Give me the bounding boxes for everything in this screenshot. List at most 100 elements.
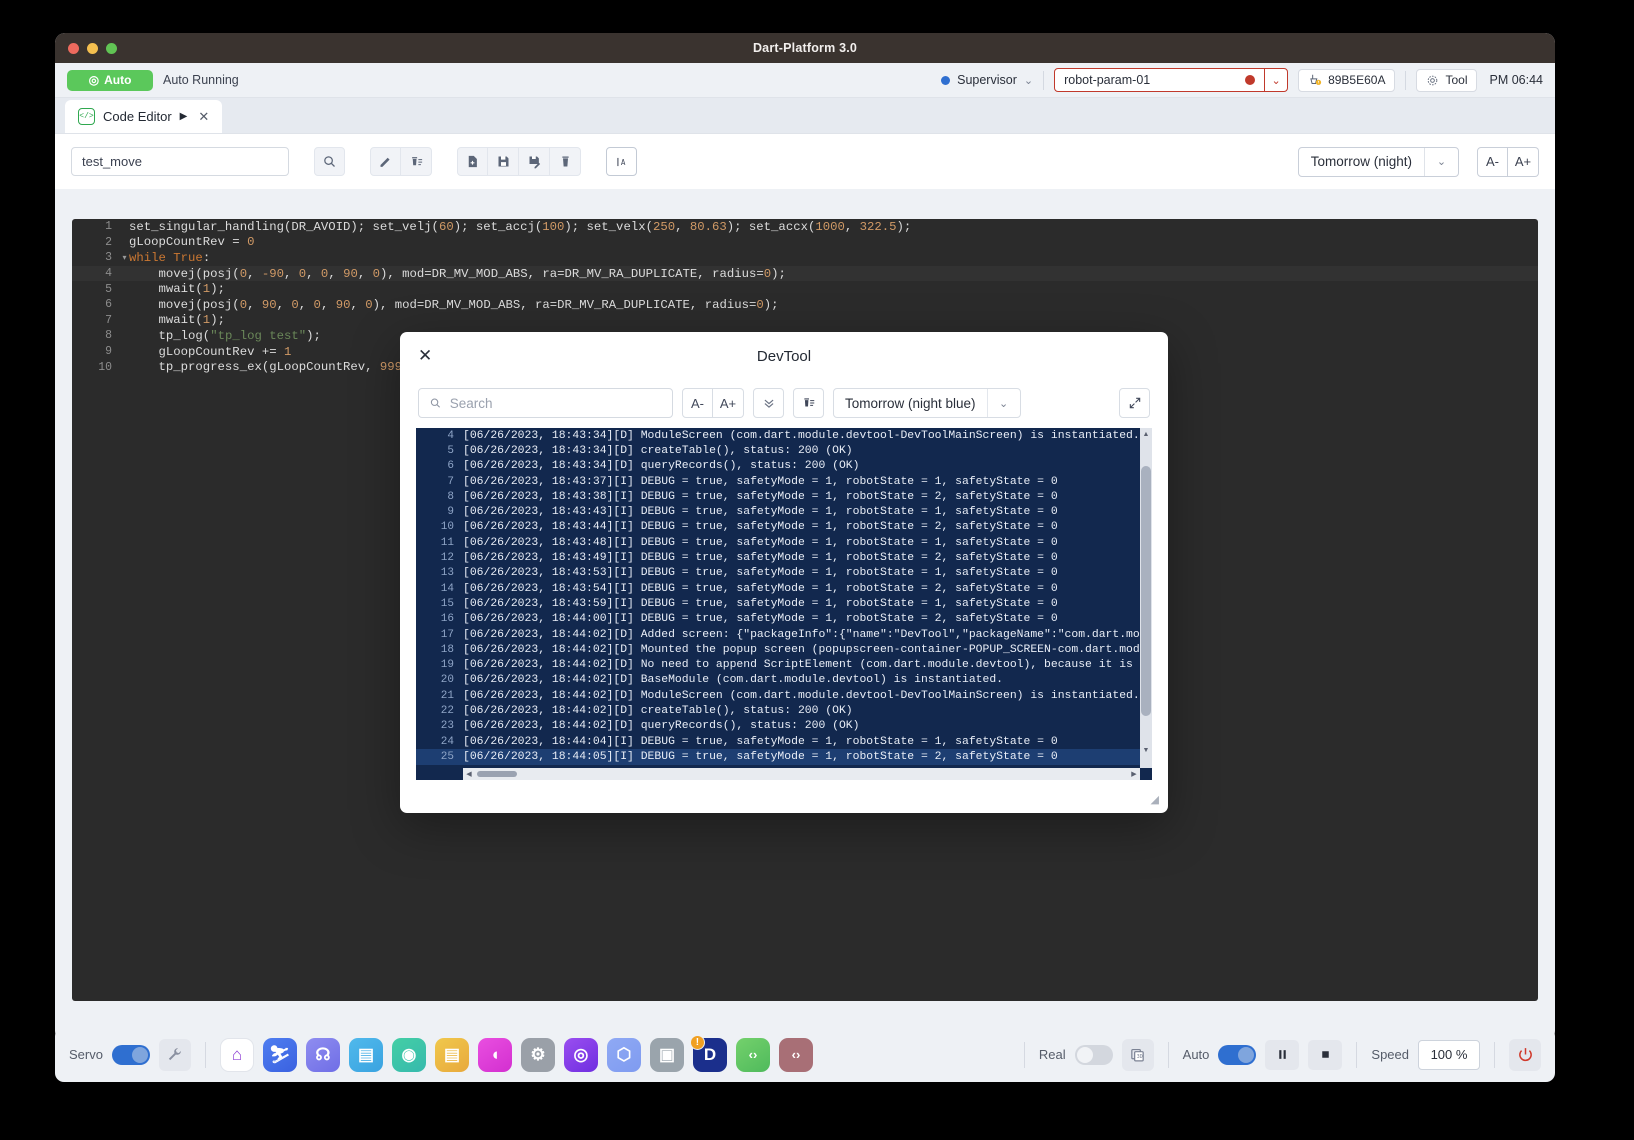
log-row[interactable]: 15 [06/26/2023, 18:43:59][I] DEBUG = true… xyxy=(416,596,1152,611)
devtool-app-icon[interactable]: ‹› xyxy=(778,1037,813,1072)
devtool-horizontal-scrollbar[interactable]: ◀ ▶ xyxy=(463,768,1140,780)
servo-toggle[interactable] xyxy=(111,1044,150,1065)
editor-theme-selector[interactable]: Tomorrow (night) ⌄ xyxy=(1297,146,1459,177)
monitoring-app-icon[interactable]: ◉ xyxy=(391,1037,426,1072)
power-button[interactable] xyxy=(1509,1038,1541,1071)
code-fold-toggle[interactable]: ▾ xyxy=(120,253,129,262)
code-line[interactable]: 2 gLoopCountRev = 0 xyxy=(72,235,1538,251)
delete-button[interactable] xyxy=(550,147,581,176)
edit-button[interactable] xyxy=(370,147,401,176)
code-line[interactable]: 5 mwait(1); xyxy=(72,281,1538,297)
log-line-number: 5 xyxy=(447,444,454,457)
dart-studio-app-icon[interactable]: D! xyxy=(689,1034,727,1072)
chevron-down-icon[interactable]: ⌄ xyxy=(986,389,1020,417)
store-app-icon[interactable]: ◖ xyxy=(477,1037,512,1072)
devtool-vertical-scrollbar[interactable]: ▲ ▼ xyxy=(1140,428,1152,768)
chevron-down-icon[interactable]: ⌄ xyxy=(1264,69,1287,91)
minimize-window-button[interactable] xyxy=(87,42,98,54)
robot-param-selector[interactable]: robot-param-01 ⌄ xyxy=(1054,68,1289,92)
log-row[interactable]: 20 [06/26/2023, 18:44:02][D] BaseModule (… xyxy=(416,673,1152,688)
log-row[interactable]: 11 [06/26/2023, 18:43:48][I] DEBUG = true… xyxy=(416,535,1152,550)
log-row[interactable]: 5 [06/26/2023, 18:43:34][D] createTable()… xyxy=(416,443,1152,458)
code-line[interactable]: 7 mwait(1); xyxy=(72,313,1538,329)
robot-motion-app-icon[interactable]: ⛷ xyxy=(262,1037,297,1072)
log-row[interactable]: 14 [06/26/2023, 18:43:54][I] DEBUG = true… xyxy=(416,581,1152,596)
clear-list-button[interactable] xyxy=(401,147,432,176)
log-row[interactable]: 23 [06/26/2023, 18:44:02][D] queryRecords… xyxy=(416,719,1152,734)
tab-code-editor[interactable]: </> Code Editor ▶ ✕ xyxy=(65,100,223,133)
log-row[interactable]: 12 [06/26/2023, 18:43:49][I] DEBUG = true… xyxy=(416,550,1152,565)
new-file-button[interactable] xyxy=(457,147,488,176)
log-row[interactable]: 19 [06/26/2023, 18:44:02][D] No need to a… xyxy=(416,657,1152,672)
devtool-search-input[interactable] xyxy=(449,395,662,411)
log-row[interactable]: 24 [06/26/2023, 18:44:04][I] DEBUG = true… xyxy=(416,734,1152,749)
log-row[interactable]: 17 [06/26/2023, 18:44:02][D] Added screen… xyxy=(416,627,1152,642)
format-indent-button[interactable]: A xyxy=(606,147,637,176)
settings-app-icon[interactable]: ⚙ xyxy=(520,1037,555,1072)
log-row[interactable]: 18 [06/26/2023, 18:44:02][D] Mounted the … xyxy=(416,642,1152,657)
log-row[interactable]: 10 [06/26/2023, 18:43:44][I] DEBUG = true… xyxy=(416,520,1152,535)
scroll-right-icon[interactable]: ▶ xyxy=(1128,768,1140,780)
close-window-button[interactable] xyxy=(68,42,79,54)
home-app-icon[interactable]: ⌂ xyxy=(219,1037,254,1072)
font-decrease-button[interactable]: A- xyxy=(1477,146,1508,177)
search-button[interactable] xyxy=(314,147,345,176)
3d-view-app-icon[interactable]: ⬡ xyxy=(606,1037,641,1072)
devtool-font-decrease-button[interactable]: A- xyxy=(682,388,713,418)
devtool-search-box[interactable] xyxy=(418,388,673,418)
chevron-down-icon[interactable]: ⌄ xyxy=(1424,147,1458,176)
close-tab-icon[interactable]: ✕ xyxy=(198,109,209,125)
code-editor-app-icon[interactable]: ‹› xyxy=(735,1037,770,1072)
toolbox-app-icon[interactable]: ▣ xyxy=(649,1037,684,1072)
teach-pendant-app-icon[interactable]: ☊ xyxy=(305,1037,340,1072)
log-row[interactable]: 13 [06/26/2023, 18:43:53][I] DEBUG = true… xyxy=(416,566,1152,581)
resize-handle[interactable]: ◢ xyxy=(1151,793,1159,806)
log-row[interactable]: 6 [06/26/2023, 18:43:34][D] queryRecords(… xyxy=(416,459,1152,474)
code-line[interactable]: 6 movej(posj(0, 90, 0, 0, 90, 0), mod=DR… xyxy=(72,297,1538,313)
jog-control-app-icon[interactable]: ◎ xyxy=(563,1037,598,1072)
auto-toggle[interactable] xyxy=(1218,1044,1257,1065)
devtool-log-panel[interactable]: 4 [06/26/2023, 18:43:34][D] ModuleScreen … xyxy=(416,428,1152,780)
task-list-app-icon[interactable]: ▤ xyxy=(348,1037,383,1072)
log-row[interactable]: 9 [06/26/2023, 18:43:43][I] DEBUG = true,… xyxy=(416,504,1152,519)
log-row[interactable]: 8 [06/26/2023, 18:43:38][I] DEBUG = true,… xyxy=(416,489,1152,504)
save-as-button[interactable] xyxy=(519,147,550,176)
log-row[interactable]: 21 [06/26/2023, 18:44:02][D] ModuleScreen… xyxy=(416,688,1152,703)
code-line[interactable]: 1 set_singular_handling(DR_AVOID); set_ve… xyxy=(72,219,1538,235)
devtool-scroll-bottom-button[interactable] xyxy=(753,388,784,418)
stop-button[interactable] xyxy=(1308,1039,1343,1070)
code-line[interactable]: 3 ▾ while True: xyxy=(72,250,1538,266)
scroll-left-icon[interactable]: ◀ xyxy=(463,768,475,780)
run-script-icon[interactable]: ▶ xyxy=(180,111,188,122)
save-button[interactable] xyxy=(488,147,519,176)
log-row[interactable]: 4 [06/26/2023, 18:43:34][D] ModuleScreen … xyxy=(416,428,1152,443)
log-row[interactable]: 7 [06/26/2023, 18:43:37][I] DEBUG = true,… xyxy=(416,474,1152,489)
wrench-button[interactable] xyxy=(158,1038,191,1071)
auto-mode-badge[interactable]: ◎ Auto xyxy=(67,69,153,91)
supervisor-selector[interactable]: Supervisor ⌄ xyxy=(941,73,1033,87)
devtool-header: ✕ DevTool xyxy=(400,332,1168,380)
devtool-font-increase-button[interactable]: A+ xyxy=(713,388,744,418)
devtool-expand-button[interactable] xyxy=(1119,388,1150,418)
scroll-up-icon[interactable]: ▲ xyxy=(1140,428,1152,440)
log-row[interactable]: 25 [06/26/2023, 18:44:05][I] DEBUG = true… xyxy=(416,749,1152,765)
close-icon[interactable]: ✕ xyxy=(418,346,432,366)
log-row[interactable]: 16 [06/26/2023, 18:44:00][I] DEBUG = true… xyxy=(416,612,1152,627)
tool-button[interactable]: Tool xyxy=(1416,68,1478,92)
code-line[interactable]: 4 movej(posj(0, -90, 0, 0, 90, 0), mod=D… xyxy=(72,265,1538,282)
font-increase-button[interactable]: A+ xyxy=(1508,146,1539,177)
vertical-scroll-thumb[interactable] xyxy=(1141,466,1151,716)
scroll-down-icon[interactable]: ▼ xyxy=(1140,744,1152,756)
speed-value[interactable]: 100 % xyxy=(1418,1039,1480,1070)
message-app-icon[interactable]: ▤ xyxy=(434,1037,469,1072)
pause-button[interactable] xyxy=(1265,1039,1300,1070)
devtool-clear-log-button[interactable] xyxy=(793,388,824,418)
horizontal-scroll-thumb[interactable] xyxy=(477,771,517,777)
robot-serial-chip[interactable]: 89B5E60A xyxy=(1298,68,1396,92)
maximize-window-button[interactable] xyxy=(106,42,117,54)
simulation-view-button[interactable]: 3D xyxy=(1121,1038,1154,1071)
log-row[interactable]: 22 [06/26/2023, 18:44:02][D] createTable(… xyxy=(416,703,1152,718)
devtool-theme-selector[interactable]: Tomorrow (night blue) ⌄ xyxy=(833,388,1021,418)
file-name-input[interactable] xyxy=(71,147,289,176)
real-toggle[interactable] xyxy=(1074,1044,1113,1065)
